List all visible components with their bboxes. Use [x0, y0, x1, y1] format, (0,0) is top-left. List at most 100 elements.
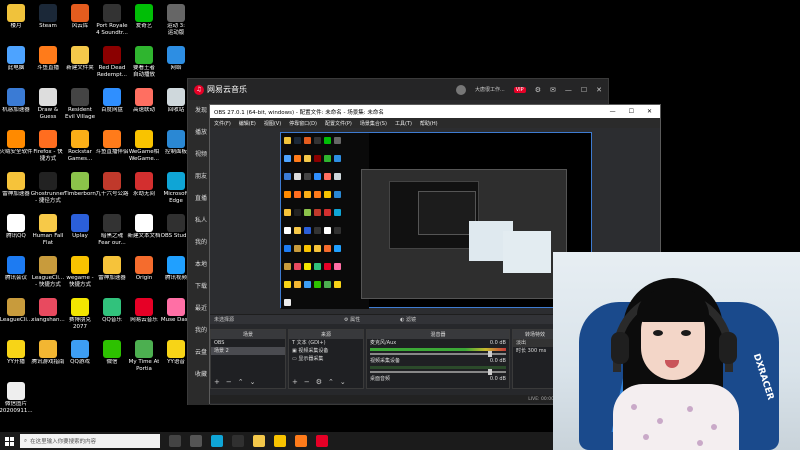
- gear-icon[interactable]: ⚙: [316, 378, 322, 386]
- volume-slider[interactable]: [370, 369, 506, 375]
- desktop-icon[interactable]: 雷神加速器: [94, 256, 130, 282]
- music-nav-item[interactable]: 发现: [188, 100, 210, 122]
- desktop-icon[interactable]: 爱奇艺: [126, 4, 162, 30]
- obs-minimize-icon[interactable]: —: [610, 108, 616, 115]
- desktop-icon[interactable]: 腾讯QQ: [0, 214, 34, 240]
- desktop-icon[interactable]: 新建文本文档: [126, 214, 162, 240]
- desktop-icon[interactable]: My Time At Portia: [126, 340, 162, 372]
- duration-value[interactable]: 300 ms: [528, 348, 547, 354]
- desktop-icon[interactable]: 微信图片 20200911...: [0, 382, 34, 414]
- desktop-icon[interactable]: Ghostrunner - 捷径方式: [30, 172, 66, 204]
- music-nav-item[interactable]: 云盘: [188, 342, 210, 364]
- obs-menu-item[interactable]: 视图(V): [264, 120, 281, 127]
- obs-preview[interactable]: [280, 132, 592, 309]
- desktop-icon[interactable]: LeagueCli... - 快捷方式: [30, 256, 66, 288]
- desktop-icon[interactable]: 网易云音乐: [126, 298, 162, 324]
- down-icon[interactable]: ⌄: [250, 378, 256, 386]
- wegame-icon[interactable]: [274, 435, 286, 447]
- desktop-icon[interactable]: 斗鱼直播伴侣: [94, 130, 130, 156]
- desktop-icon[interactable]: Rockstar Games...: [62, 130, 98, 162]
- desktop-icon[interactable]: 运动 3: 运动版: [158, 4, 194, 36]
- folder-icon[interactable]: [253, 435, 265, 447]
- desktop-icon[interactable]: 百度网盘: [94, 88, 130, 114]
- source-item[interactable]: ▭ 显示器采集: [289, 355, 363, 363]
- music-nav-item[interactable]: 私人: [188, 210, 210, 232]
- desktop-icon[interactable]: 腾讯会议: [0, 256, 34, 282]
- desktop-icon[interactable]: 微信: [94, 340, 130, 366]
- douyu-icon[interactable]: [295, 435, 307, 447]
- minimize-icon[interactable]: —: [565, 86, 572, 94]
- desktop-icon[interactable]: 要看王者 自动播放: [126, 46, 162, 78]
- desktop-icon[interactable]: xiangshan...: [30, 298, 66, 324]
- desktop-icon[interactable]: 永劫无间: [126, 172, 162, 198]
- desktop-icon[interactable]: Timberborn: [62, 172, 98, 198]
- desktop-icon[interactable]: Origin: [126, 256, 162, 282]
- desktop-icon[interactable]: YY开播: [0, 340, 34, 366]
- obs-maximize-icon[interactable]: ☐: [629, 108, 634, 115]
- start-button[interactable]: [0, 432, 18, 450]
- music-nav-item[interactable]: 朋友: [188, 166, 210, 188]
- desktop-icon[interactable]: Steam: [30, 4, 66, 30]
- scene-item[interactable]: 场景 2: [211, 347, 285, 355]
- desktop-icon[interactable]: 高速联动: [126, 88, 162, 114]
- desktop-icon[interactable]: 网络: [158, 46, 194, 72]
- desktop-icon[interactable]: Uplay: [62, 214, 98, 240]
- music-nav-item[interactable]: 最近: [188, 298, 210, 320]
- desktop-icon[interactable]: 腾讯游戏指南: [30, 340, 66, 366]
- properties-gear-icon[interactable]: ⚙ 属性: [344, 316, 360, 323]
- remove-icon[interactable]: −: [304, 378, 310, 386]
- remove-icon[interactable]: −: [226, 378, 232, 386]
- desktop-icon[interactable]: 九十六号公路: [94, 172, 130, 198]
- desktop-icon[interactable]: 火绒安全软件: [0, 130, 34, 156]
- desktop-icon[interactable]: Resident Evil Village: [62, 88, 98, 120]
- desktop-icon[interactable]: 新建文件夹: [62, 46, 98, 72]
- close-icon[interactable]: ✕: [596, 86, 602, 94]
- music-nav-item[interactable]: 直播: [188, 188, 210, 210]
- desktop-icon[interactable]: QQ游戏: [62, 340, 98, 366]
- desktop-icon[interactable]: 风云库: [62, 4, 98, 30]
- desktop-icon[interactable]: wegame - 快捷方式: [62, 256, 98, 288]
- taskbar-search-input[interactable]: ⌕ 在这里输入你要搜索的内容: [20, 434, 160, 448]
- cortana-icon[interactable]: [169, 435, 181, 447]
- mail-icon[interactable]: ✉: [550, 86, 556, 94]
- music-nav-item[interactable]: 视频: [188, 144, 210, 166]
- obs-menu-item[interactable]: 编辑(E): [239, 120, 256, 127]
- desktop-icon[interactable]: Firefox - 快 捷方式: [30, 130, 66, 162]
- source-item[interactable]: T 文本 (GDI+): [289, 339, 363, 347]
- music-nav-item[interactable]: 播放: [188, 122, 210, 144]
- down-icon[interactable]: ⌄: [340, 378, 346, 386]
- music-nav-item[interactable]: 本地: [188, 254, 210, 276]
- task-view-icon[interactable]: [190, 435, 202, 447]
- desktop-icon[interactable]: 雷神加速器: [0, 172, 34, 198]
- desktop-icon[interactable]: LeagueCli...: [0, 298, 34, 324]
- obs-titlebar[interactable]: OBS 27.0.1 (64-bit, windows) - 配置文件: 未命名…: [210, 105, 660, 118]
- desktop-icon[interactable]: 暗黑之魂 Fear our...: [94, 214, 130, 246]
- music-nav-item[interactable]: 我的: [188, 320, 210, 342]
- add-icon[interactable]: +: [292, 378, 298, 386]
- edge-icon[interactable]: [211, 435, 223, 447]
- desktop-icon[interactable]: Red Dead Redempt...: [94, 46, 130, 78]
- obs-menu-item[interactable]: 帮助(H): [420, 120, 438, 127]
- filters-icon[interactable]: ◐ 滤镜: [400, 316, 416, 323]
- add-icon[interactable]: +: [214, 378, 220, 386]
- desktop-icon[interactable]: Port Royale 4 Soundtr...: [94, 4, 130, 36]
- desktop-icon[interactable]: Human Fall Flat: [30, 214, 66, 246]
- desktop-icon[interactable]: 此电脑: [0, 46, 34, 72]
- desktop-icon[interactable]: WeGame相 WeGame...: [126, 130, 162, 162]
- obs-menu-item[interactable]: 工具(T): [395, 120, 412, 127]
- desktop-icon[interactable]: 机惑加速器: [0, 88, 34, 114]
- desktop-icon[interactable]: 斗鱼直播: [30, 46, 66, 72]
- scene-item[interactable]: OBS: [211, 339, 285, 347]
- obs-menu-item[interactable]: 配置文件(P): [325, 120, 352, 127]
- music-nav-item[interactable]: 我的: [188, 232, 210, 254]
- desktop-icon[interactable]: 楼月: [0, 4, 34, 30]
- desktop-icon[interactable]: Draw & Guess: [30, 88, 66, 120]
- obs-menu-item[interactable]: 停靠窗口(D): [289, 120, 317, 127]
- desktop-icon[interactable]: QQ音乐: [94, 298, 130, 324]
- source-item[interactable]: ▣ 视频采集设备: [289, 347, 363, 355]
- desktop-icon[interactable]: 赛博朋克 2077: [62, 298, 98, 330]
- up-icon[interactable]: ⌃: [328, 378, 334, 386]
- obs-menu-item[interactable]: 文件(F): [214, 120, 231, 127]
- avatar[interactable]: [455, 84, 466, 95]
- music-titlebar[interactable]: ♫ 网易云音乐 大唐很工作... VIP ⚙ ✉ — ☐ ✕: [188, 79, 608, 100]
